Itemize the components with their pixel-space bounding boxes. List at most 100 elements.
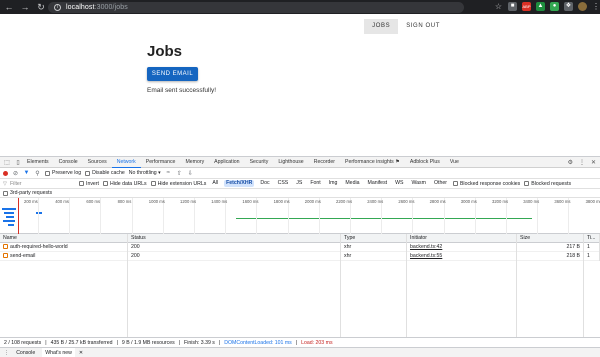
tab-sources[interactable]: Sources xyxy=(83,157,112,168)
hide-data-urls-checkbox[interactable]: Hide data URLs xyxy=(102,181,147,187)
third-party-checkbox[interactable]: 3rd-party requests xyxy=(3,190,52,196)
send-email-button[interactable]: SEND EMAIL xyxy=(147,67,198,81)
column-name[interactable]: Name xyxy=(0,234,128,243)
nav-sign-out[interactable]: SIGN OUT xyxy=(398,19,448,34)
avatar[interactable] xyxy=(578,2,587,11)
preserve-log-checkbox[interactable]: Preserve log xyxy=(45,170,81,176)
address-bar[interactable]: i localhost:3000/jobs xyxy=(48,2,464,13)
initiator-link[interactable]: backend.ts:42 xyxy=(410,244,442,250)
column-type[interactable]: Type xyxy=(341,234,407,243)
throttling-select[interactable]: No throttling ▾ xyxy=(129,170,161,176)
invert-checkbox[interactable]: Invert xyxy=(79,181,99,187)
tab-security[interactable]: Security xyxy=(245,157,274,168)
site-info-icon[interactable]: i xyxy=(54,4,61,11)
tab-recorder[interactable]: Recorder xyxy=(309,157,340,168)
browser-toolbar: ← → ↻ i localhost:3000/jobs ☆ ■ ABP ▲ ● … xyxy=(0,0,600,14)
timeline-tick-label: 1400 ms xyxy=(211,199,228,204)
extension-icon[interactable]: ▲ xyxy=(536,2,545,11)
record-icon[interactable] xyxy=(3,170,8,176)
type-filter-js[interactable]: JS xyxy=(294,180,304,187)
upload-icon[interactable]: ⇧ xyxy=(176,170,183,177)
more-icon[interactable]: ⋮ xyxy=(579,159,585,166)
request-status: 200 xyxy=(128,252,341,261)
tab-adblock-plus[interactable]: Adblock Plus xyxy=(405,157,445,168)
type-filter-other[interactable]: Other xyxy=(432,180,449,187)
timeline-tick-label: 3800 ms xyxy=(585,199,600,204)
type-filter-wasm[interactable]: Wasm xyxy=(409,180,428,187)
timeline-tick-label: 1000 ms xyxy=(148,199,165,204)
clear-icon[interactable]: ⊘ xyxy=(12,170,19,177)
filter-input[interactable]: ▽ Filter xyxy=(3,180,75,187)
tab-lighthouse[interactable]: Lighthouse xyxy=(273,157,308,168)
third-party-row: 3rd-party requests xyxy=(0,189,600,198)
filter-icon[interactable]: ▼ xyxy=(23,170,30,176)
table-body-empty xyxy=(0,261,600,337)
timeline-gridline xyxy=(69,198,71,234)
tab-network[interactable]: Network xyxy=(111,157,141,168)
type-filter-ws[interactable]: WS xyxy=(393,180,405,187)
funnel-icon: ▽ xyxy=(3,180,7,187)
timeline-tick-label: 1200 ms xyxy=(180,199,197,204)
nav-jobs[interactable]: JOBS xyxy=(364,19,399,34)
close-icon[interactable]: ✕ xyxy=(79,350,83,356)
request-name: send-email xyxy=(10,253,36,259)
reload-icon[interactable]: ↻ xyxy=(36,0,46,14)
type-filter-fetch-xhr[interactable]: Fetch/XHR xyxy=(224,180,255,187)
blocked-requests-checkbox[interactable]: Blocked requests xyxy=(524,181,571,187)
tab-memory[interactable]: Memory xyxy=(180,157,209,168)
timeline-tick-label: 400 ms xyxy=(55,199,69,204)
forward-icon[interactable]: → xyxy=(20,0,30,14)
request-bar xyxy=(2,208,16,210)
menu-icon[interactable]: ⋮ xyxy=(592,2,600,11)
close-icon[interactable]: ✕ xyxy=(591,159,596,166)
type-filter-img[interactable]: Img xyxy=(327,180,340,187)
table-row[interactable]: auth-required-hello-world 200 xhr backen… xyxy=(0,243,600,252)
timeline-overview[interactable]: 200 ms 400 ms 600 ms 800 ms 1000 ms 1200 ms 14… xyxy=(0,198,600,234)
filter-bar: ▽ Filter Invert Hide data URLs Hide exte… xyxy=(0,179,600,189)
type-filter-css[interactable]: CSS xyxy=(276,180,291,187)
hide-extension-urls-checkbox[interactable]: Hide extension URLs xyxy=(150,181,206,187)
column-initiator[interactable]: Initiator xyxy=(407,234,517,243)
request-bar-long xyxy=(236,218,532,219)
tab-elements[interactable]: Elements xyxy=(22,157,54,168)
search-icon[interactable]: ⚲ xyxy=(34,170,41,177)
drawer-tab-console[interactable]: Console xyxy=(13,348,38,357)
initiator-link[interactable]: backend.ts:55 xyxy=(410,253,442,259)
type-filter-font[interactable]: Font xyxy=(308,180,322,187)
request-time: 1 xyxy=(584,252,600,261)
wifi-icon[interactable]: ≈ xyxy=(165,170,172,176)
type-filter-manifest[interactable]: Manifest xyxy=(366,180,390,187)
request-bar xyxy=(36,212,42,214)
inspect-icon[interactable]: ⬚ xyxy=(3,159,11,166)
extension-icon[interactable]: ■ xyxy=(508,2,517,11)
type-filter-doc[interactable]: Doc xyxy=(258,180,271,187)
xhr-icon xyxy=(3,243,8,249)
device-toolbar-icon[interactable]: ▯ xyxy=(14,159,22,166)
tab-application[interactable]: Application xyxy=(209,157,244,168)
blocked-response-cookies-checkbox[interactable]: Blocked response cookies xyxy=(452,181,520,187)
transferred-size: 435 B / 25.7 kB transferred xyxy=(50,339,113,346)
puzzle-icon[interactable]: ❖ xyxy=(564,2,573,11)
type-filter-media[interactable]: Media xyxy=(343,180,361,187)
table-row[interactable]: send-email 200 xhr backend.ts:55 218 B 1 xyxy=(0,252,600,261)
type-filter-all[interactable]: All xyxy=(210,180,220,187)
request-bar xyxy=(6,216,14,218)
disable-cache-checkbox[interactable]: Disable cache xyxy=(85,170,125,176)
url-host: localhost xyxy=(66,4,95,11)
tab-vue[interactable]: Vue xyxy=(445,157,464,168)
tab-performance[interactable]: Performance xyxy=(141,157,181,168)
timeline-tick-label: 1800 ms xyxy=(273,199,290,204)
back-icon[interactable]: ← xyxy=(4,0,14,14)
drawer-tab-whats-new[interactable]: What's new xyxy=(42,347,75,357)
tab-console[interactable]: Console xyxy=(54,157,83,168)
settings-icon[interactable]: ⚙ xyxy=(568,159,573,166)
column-time[interactable]: Ti... xyxy=(584,234,600,243)
download-icon[interactable]: ⇩ xyxy=(187,170,194,177)
drawer-menu-icon[interactable]: ⋮ xyxy=(4,350,9,356)
adblock-icon[interactable]: ABP xyxy=(522,2,531,11)
column-size[interactable]: Size xyxy=(517,234,584,243)
extension-icon[interactable]: ● xyxy=(550,2,559,11)
bookmark-star-icon[interactable]: ☆ xyxy=(494,2,503,11)
tab-performance-insights[interactable]: Performance insights ⚑ xyxy=(340,157,405,168)
column-status[interactable]: Status xyxy=(128,234,341,243)
